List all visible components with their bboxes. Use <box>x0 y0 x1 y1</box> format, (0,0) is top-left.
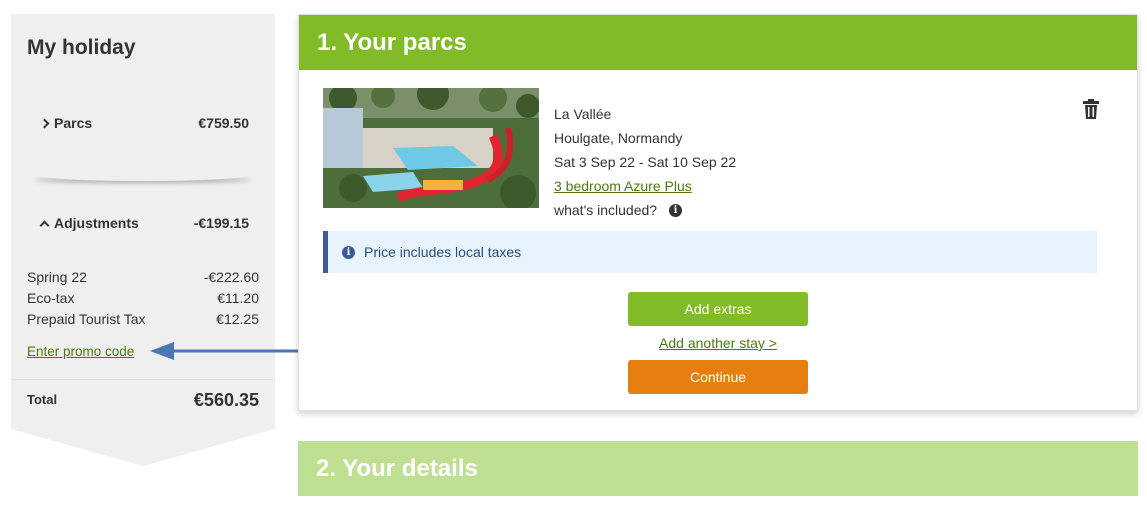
adjustments-toggle[interactable]: Adjustments -€199.15 <box>39 215 249 231</box>
trash-icon[interactable] <box>1083 99 1099 124</box>
chevron-right-icon <box>39 118 50 128</box>
your-parcs-card: 1. Your parcs La Vallée Houlgate, Norman… <box>298 14 1138 411</box>
adjustment-amount: €12.25 <box>216 311 259 327</box>
parcs-label: Parcs <box>54 115 93 131</box>
info-icon: i <box>669 203 683 217</box>
adjustment-line: Prepaid Tourist Tax €12.25 <box>27 311 259 327</box>
parc-details: La Vallée Houlgate, Normandy Sat 3 Sep 2… <box>554 102 736 222</box>
parc-photo <box>323 88 539 208</box>
notice-text: Price includes local taxes <box>364 244 522 260</box>
parcs-toggle[interactable]: Parcs €759.50 <box>39 115 249 131</box>
adjustment-amount: €11.20 <box>217 290 259 306</box>
adjustment-line: Spring 22 -€222.60 <box>27 269 259 285</box>
parc-location: Houlgate, Normandy <box>554 130 683 146</box>
total-label: Total <box>27 392 58 407</box>
sidebar-title: My holiday <box>27 36 136 59</box>
adjustment-label: Spring 22 <box>27 269 87 285</box>
total-amount: €560.35 <box>193 390 259 410</box>
chevron-up-icon <box>39 220 50 230</box>
adjustments-label: Adjustments <box>54 215 139 231</box>
add-another-stay-link[interactable]: Add another stay > <box>628 335 808 351</box>
stay-dates: Sat 3 Sep 22 - Sat 10 Sep 22 <box>554 154 737 170</box>
adjustments-amount: -€199.15 <box>193 215 249 231</box>
parc-name: La Vallée <box>554 106 612 122</box>
section-divider <box>31 167 255 181</box>
whats-included-label: what's included? <box>554 202 658 218</box>
total-divider <box>11 379 275 380</box>
holiday-summary-sidebar: My holiday Parcs €759.50 Adjustments -€1… <box>11 14 275 466</box>
accommodation-link[interactable]: 3 bedroom Azure Plus <box>554 178 692 194</box>
tax-notice: i Price includes local taxes <box>323 231 1097 273</box>
promo-code-link[interactable]: Enter promo code <box>27 344 134 359</box>
whats-included-toggle[interactable]: what's included? i <box>554 198 736 222</box>
your-details-heading[interactable]: 2. Your details <box>298 441 1138 496</box>
adjustment-label: Prepaid Tourist Tax <box>27 311 146 327</box>
add-extras-button[interactable]: Add extras <box>628 292 808 326</box>
info-icon: i <box>342 245 355 259</box>
continue-button[interactable]: Continue <box>628 360 808 394</box>
adjustment-label: Eco-tax <box>27 290 75 306</box>
your-parcs-heading: 1. Your parcs <box>299 15 1137 70</box>
parcs-amount: €759.50 <box>198 115 249 131</box>
adjustment-amount: -€222.60 <box>203 269 259 285</box>
adjustment-line: Eco-tax €11.20 <box>27 290 259 306</box>
